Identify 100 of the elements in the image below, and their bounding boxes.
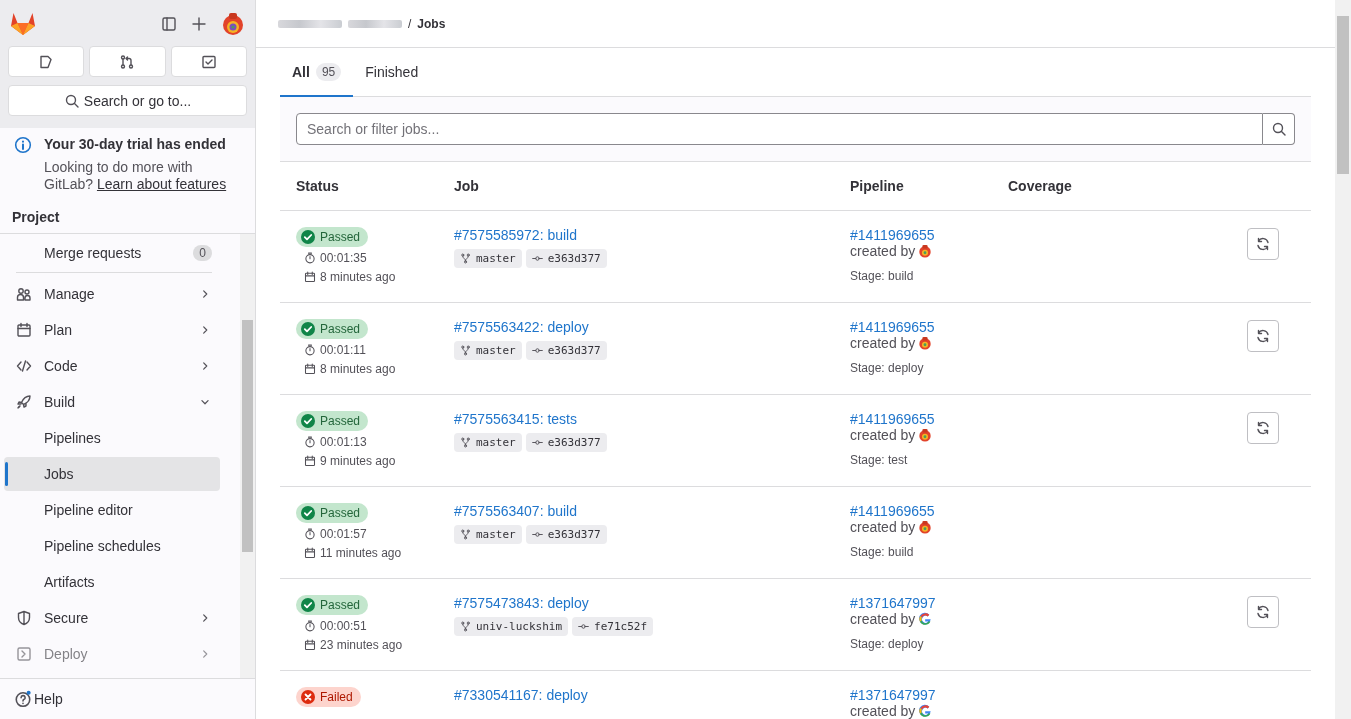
pipeline-link[interactable]: #1371647997: [850, 595, 936, 611]
nav-item[interactable]: Pipeline schedules: [4, 529, 220, 563]
pipeline-link[interactable]: #1411969655: [850, 411, 935, 427]
merge-request-icon: [119, 53, 136, 70]
status-badge: Passed: [296, 411, 369, 431]
status-badge: Failed: [296, 687, 361, 707]
avatar-icon: [918, 612, 933, 626]
search-button[interactable]: Search or go to...: [8, 85, 247, 116]
count-badge: 0: [193, 245, 212, 261]
features-link[interactable]: Learn about features: [96, 176, 227, 192]
stage-label: Stage: test: [850, 453, 908, 467]
fox-logo-icon[interactable]: [10, 12, 36, 36]
created-by-label: created by: [850, 335, 916, 351]
stage-label: Stage: build: [850, 269, 914, 283]
nav-item[interactable]: Plan: [4, 313, 220, 347]
help-icon: [14, 690, 32, 708]
todo-button[interactable]: [170, 46, 247, 77]
branch-tag[interactable]: master: [454, 525, 522, 544]
branch-tag[interactable]: univ-luckshim: [454, 617, 569, 636]
commit-icon: [578, 621, 590, 632]
scrollbar-thumb[interactable]: [242, 320, 253, 552]
nav-item[interactable]: Jobs: [4, 457, 220, 491]
calendar-icon: [304, 271, 316, 283]
nav-item[interactable]: Pipelines: [4, 421, 220, 455]
branch-icon: [460, 345, 471, 356]
job-link[interactable]: #7330541167: deploy: [454, 687, 588, 703]
nav-item[interactable]: Secure: [4, 601, 220, 635]
redacted-block: [348, 19, 402, 28]
pipeline-link[interactable]: #1371647997: [850, 687, 936, 703]
timer-icon: [304, 344, 316, 356]
pipeline-link[interactable]: #1411969655: [850, 227, 935, 243]
retry-button[interactable]: [1247, 320, 1279, 352]
nav-item[interactable]: Artifacts: [4, 565, 220, 599]
merge-requests-button[interactable]: [89, 46, 166, 77]
branch-tag[interactable]: master: [454, 433, 522, 452]
job-link[interactable]: #7575585972: build: [454, 227, 577, 243]
status-badge: Passed: [296, 319, 369, 339]
status-badge: Passed: [296, 503, 369, 523]
calendar-icon: [304, 455, 316, 467]
duration: 00:01:35: [320, 250, 367, 266]
retry-icon: [1255, 420, 1271, 436]
pipeline-link[interactable]: #1411969655: [850, 319, 935, 335]
commit-tag[interactable]: e363d377: [525, 249, 607, 268]
rocket-icon: [16, 394, 32, 410]
commit-icon: [531, 437, 543, 448]
retry-button[interactable]: [1247, 596, 1279, 628]
nav-item[interactable]: Deploy: [4, 637, 220, 671]
breadcrumb-separator: /: [408, 16, 412, 31]
search-icon: [63, 92, 80, 109]
retry-icon: [1255, 604, 1271, 620]
commit-icon: [531, 529, 543, 540]
avatar-icon: [918, 704, 933, 718]
panel-icon: [161, 16, 177, 32]
search-field[interactable]: Search or filter jobs...: [296, 113, 1263, 145]
job-link[interactable]: #7575563422: deploy: [454, 319, 589, 335]
commit-tag[interactable]: fe71c52f: [572, 617, 654, 636]
duration: 00:00:51: [320, 618, 367, 634]
nav-item[interactable]: Code: [4, 349, 220, 383]
commit-tag[interactable]: e363d377: [525, 341, 607, 360]
retry-button[interactable]: [1247, 412, 1279, 444]
calendar-icon: [304, 363, 316, 375]
create-new-icon[interactable]: [191, 16, 207, 32]
user-avatar[interactable]: [221, 12, 245, 36]
nav-item[interactable]: Pipeline editor: [4, 493, 220, 527]
avatar-icon: [918, 428, 933, 442]
pipeline-link[interactable]: #1411969655: [850, 503, 935, 519]
help-button[interactable]: Help: [0, 678, 255, 719]
stage-label: Stage: deploy: [850, 361, 924, 375]
nav-item[interactable]: Build: [4, 385, 220, 419]
retry-button[interactable]: [1247, 228, 1279, 260]
deploy-icon: [16, 646, 32, 662]
finished-time: 8 minutes ago: [320, 361, 396, 377]
retry-icon: [1255, 236, 1271, 252]
finished-time: 9 minutes ago: [320, 453, 396, 469]
nav-item[interactable]: Manage: [4, 277, 220, 311]
branch-icon: [460, 621, 471, 632]
calendar-icon: [16, 322, 32, 338]
commit-tag[interactable]: e363d377: [525, 433, 607, 452]
trial-message: Looking to do more with GitLab? Learn about features: [44, 159, 228, 193]
status-badge: Passed: [296, 227, 369, 247]
commit-tag[interactable]: e363d377: [525, 525, 607, 544]
redacted-block: [278, 19, 342, 28]
created-by-label: created by: [850, 703, 916, 719]
breadcrumb-current[interactable]: Jobs: [417, 16, 446, 31]
issues-button[interactable]: [8, 46, 85, 77]
created-by-label: created by: [850, 611, 916, 627]
status-badge: Passed: [296, 595, 369, 615]
info-icon: [14, 136, 32, 154]
trial-title: Your 30-day trial has ended: [44, 136, 227, 154]
branch-tag[interactable]: master: [454, 341, 522, 360]
job-link[interactable]: #7575563415: tests: [454, 411, 577, 427]
search-button[interactable]: [1263, 113, 1295, 145]
job-link[interactable]: #7575563407: build: [454, 503, 577, 519]
branch-tag[interactable]: master: [454, 249, 522, 268]
job-link[interactable]: #7575473843: deploy: [454, 595, 589, 611]
tab[interactable]: Finished: [353, 48, 431, 97]
sidebar-toggle-icon[interactable]: [161, 16, 177, 32]
scrollbar-thumb[interactable]: [1337, 16, 1349, 174]
calendar-icon: [304, 547, 316, 559]
nav-item[interactable]: Merge requests 0: [4, 236, 220, 270]
